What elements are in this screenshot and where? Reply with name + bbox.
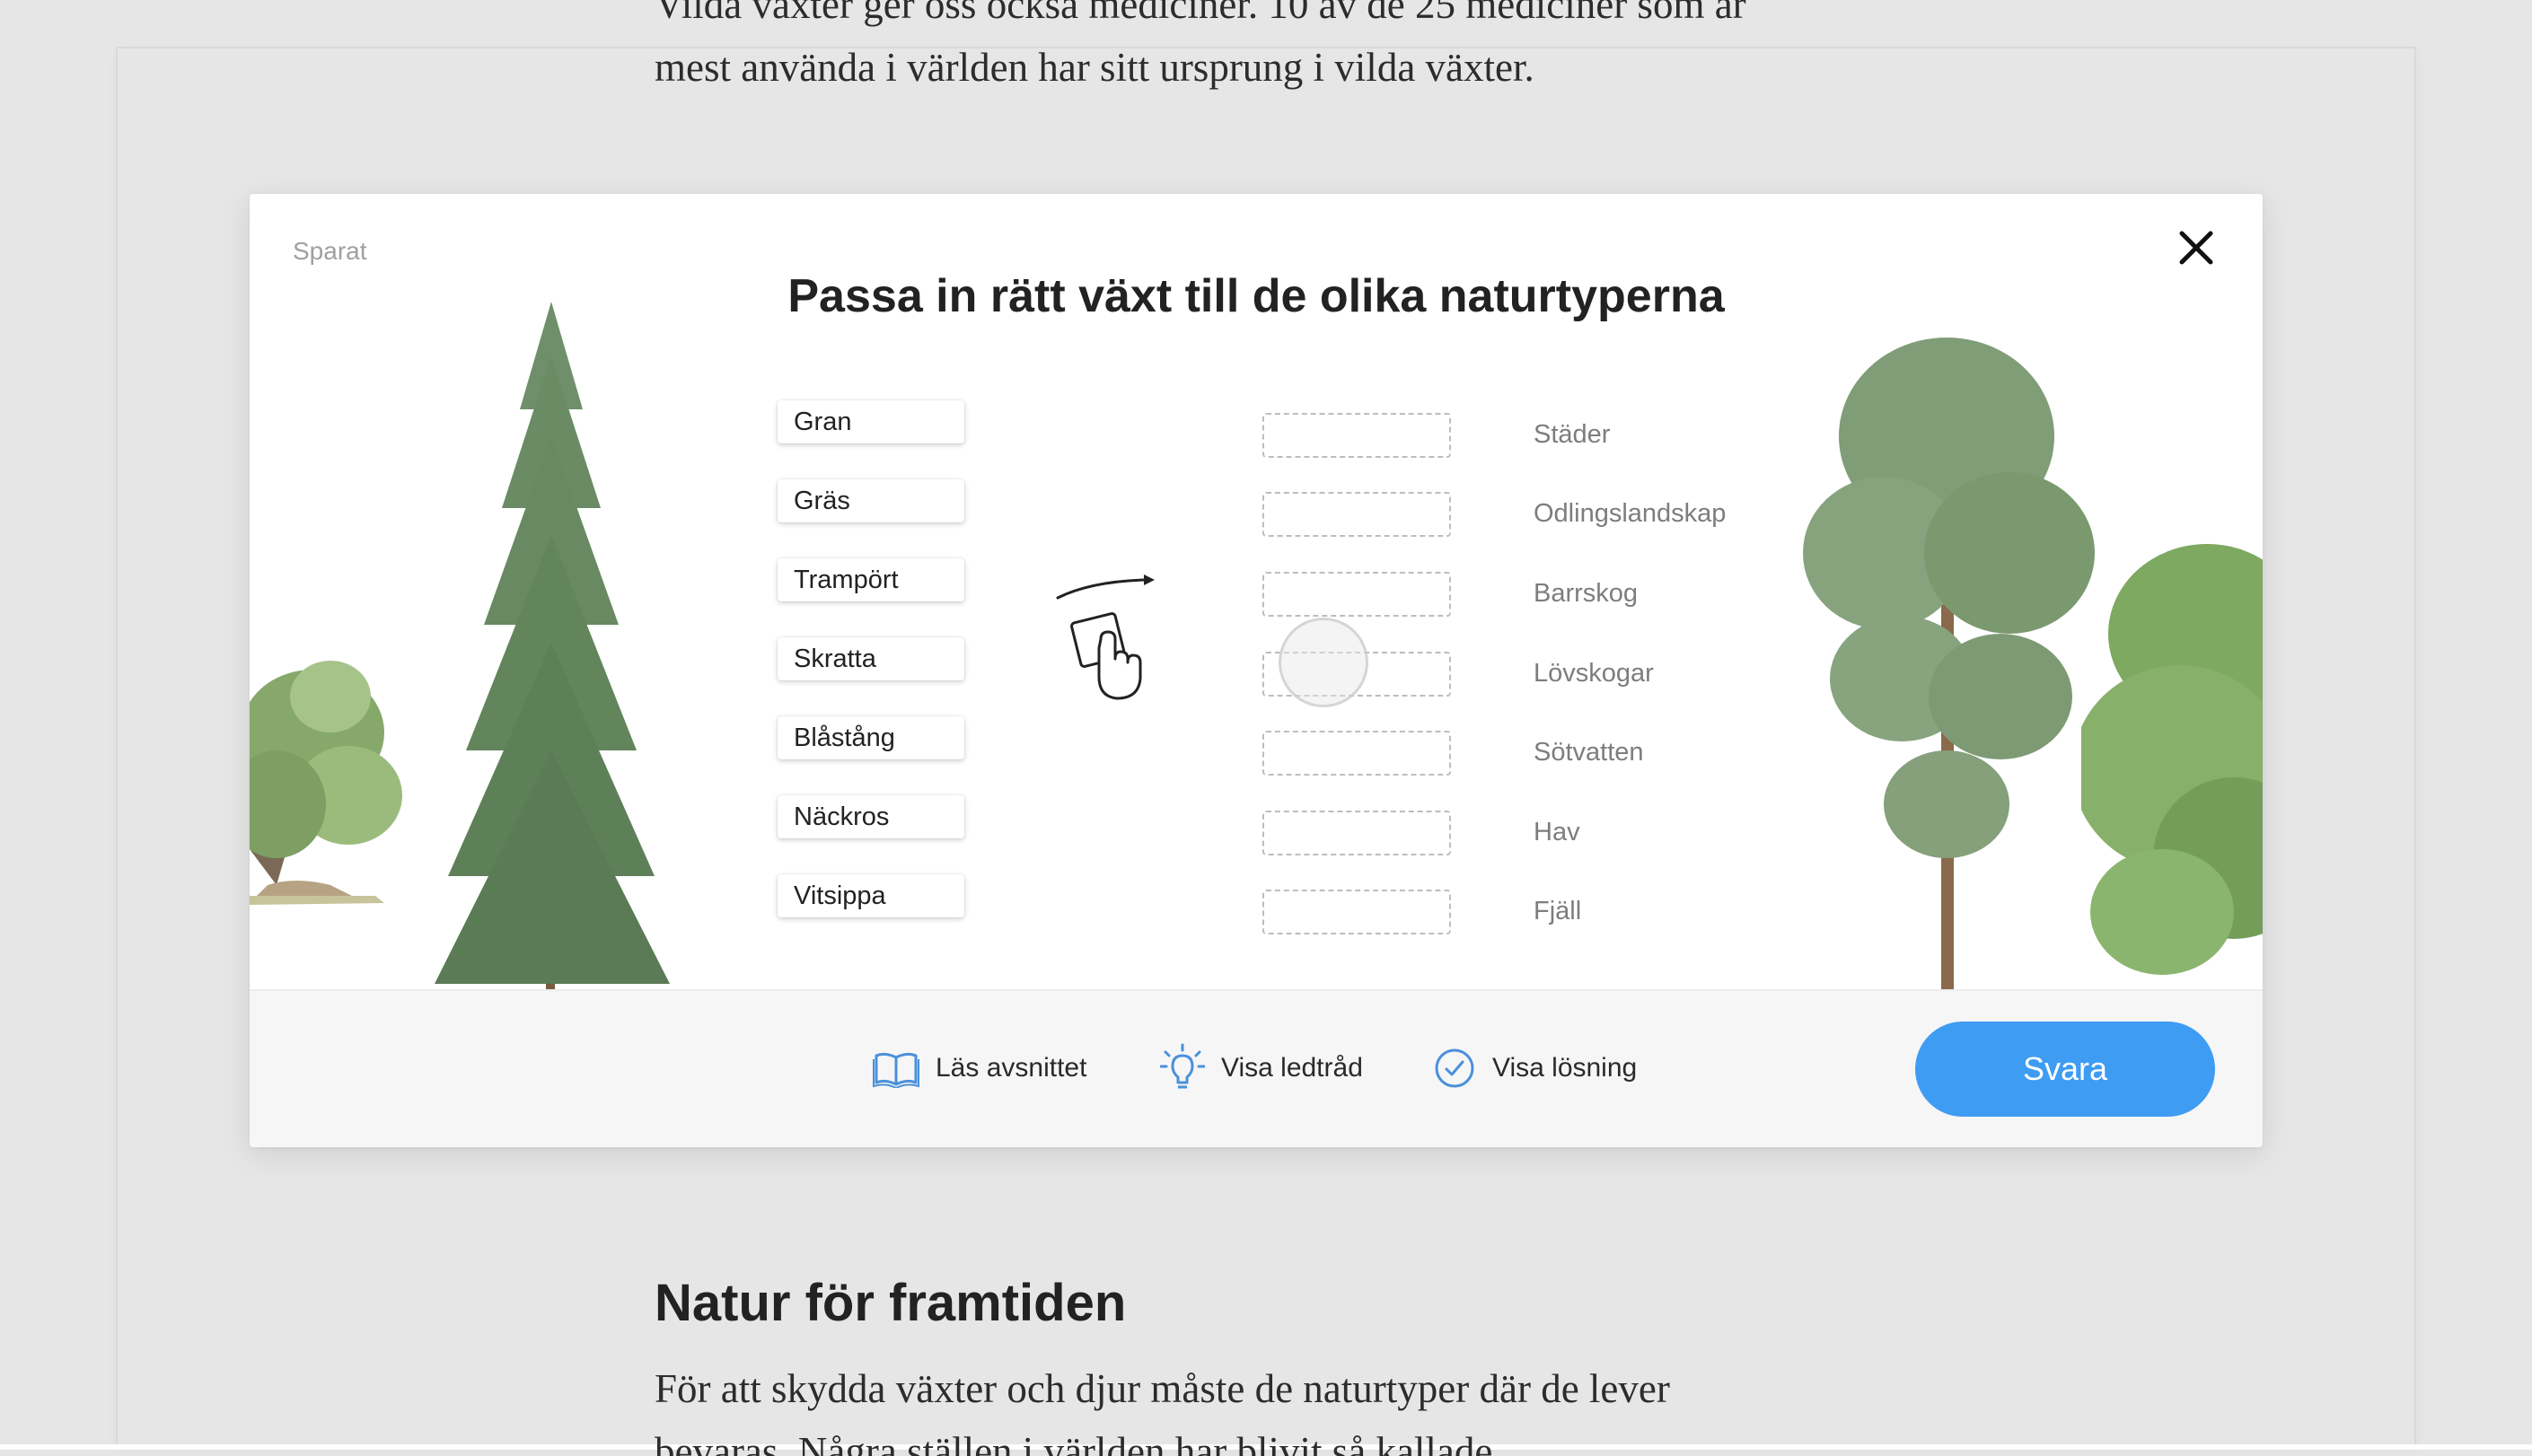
close-icon [2179,231,2213,265]
show-solution-button[interactable]: Visa lösning [1433,1041,1637,1095]
habitat-label-lovskogar: Lövskogar [1534,659,1654,688]
habitat-label-stader: Städer [1534,420,1611,449]
article-intro-line-1: Vilda växter ger oss också mediciner. 10… [655,0,1746,27]
drop-slot-hav[interactable] [1262,811,1451,855]
drop-slot-sotvatten[interactable] [1262,731,1451,776]
plant-chip-gran[interactable]: Gran [778,400,964,443]
habitat-label-sotvatten: Sötvatten [1534,738,1644,767]
drop-slot-odlingslandskap[interactable] [1262,492,1451,537]
drag-hand-icon [1056,575,1155,700]
check-circle-icon [1435,1048,1474,1088]
habitat-label-fjall: Fjäll [1534,897,1582,925]
lightbulb-icon [1160,1043,1205,1089]
plant-chip-vitsippa[interactable]: Vitsippa [778,874,964,917]
plant-chip-gras[interactable]: Gräs [778,479,964,522]
book-icon [873,1052,919,1088]
read-section-button[interactable]: Läs avsnittet [873,1041,1086,1095]
plant-chip-blastang[interactable]: Blåstång [778,716,964,759]
answer-button[interactable]: Svara [1915,1022,2215,1117]
spruce-illustration [435,302,670,1009]
close-button[interactable] [2169,221,2223,275]
section-paragraph-line-2: bevaras. Några ställen i världen har bli… [655,1429,1493,1456]
show-solution-label: Visa lösning [1492,1053,1638,1083]
exercise-dialog: Sparat Passa in rätt växt till de olika … [250,194,2263,1147]
article-intro-line-2: mest använda i världen har sitt ursprung… [655,45,1534,90]
drop-slot-barrskog[interactable] [1262,572,1451,617]
read-section-label: Läs avsnittet [936,1053,1087,1083]
habitat-label-hav: Hav [1534,818,1580,846]
dialog-footer: Läs avsnittet Visa ledtråd Visa lösning … [250,989,2263,1147]
section-paragraph: För att skydda växter och djur måste de … [655,1357,1912,1456]
drop-slot-stader[interactable] [1262,413,1451,458]
habitat-label-odlingslandskap: Odlingslandskap [1534,499,1727,528]
plant-chip-nackros[interactable]: Näckros [778,795,964,838]
habitat-label-barrskog: Barrskog [1534,579,1639,608]
article-intro: Vilda växter ger oss också mediciner. 10… [655,0,1912,99]
plant-chip-skratta[interactable]: Skratta [778,637,964,680]
show-hint-button[interactable]: Visa ledtråd [1160,1041,1363,1095]
section-heading: Natur för framtiden [655,1274,1127,1332]
drop-slot-fjall[interactable] [1262,890,1451,934]
drag-target-indicator [1279,618,1368,707]
saved-status: Sparat [293,237,367,265]
plant-chip-tramport[interactable]: Trampört [778,558,964,601]
show-hint-label: Visa ledtråd [1221,1053,1363,1083]
section-paragraph-line-1: För att skydda växter och djur måste de … [655,1366,1670,1411]
